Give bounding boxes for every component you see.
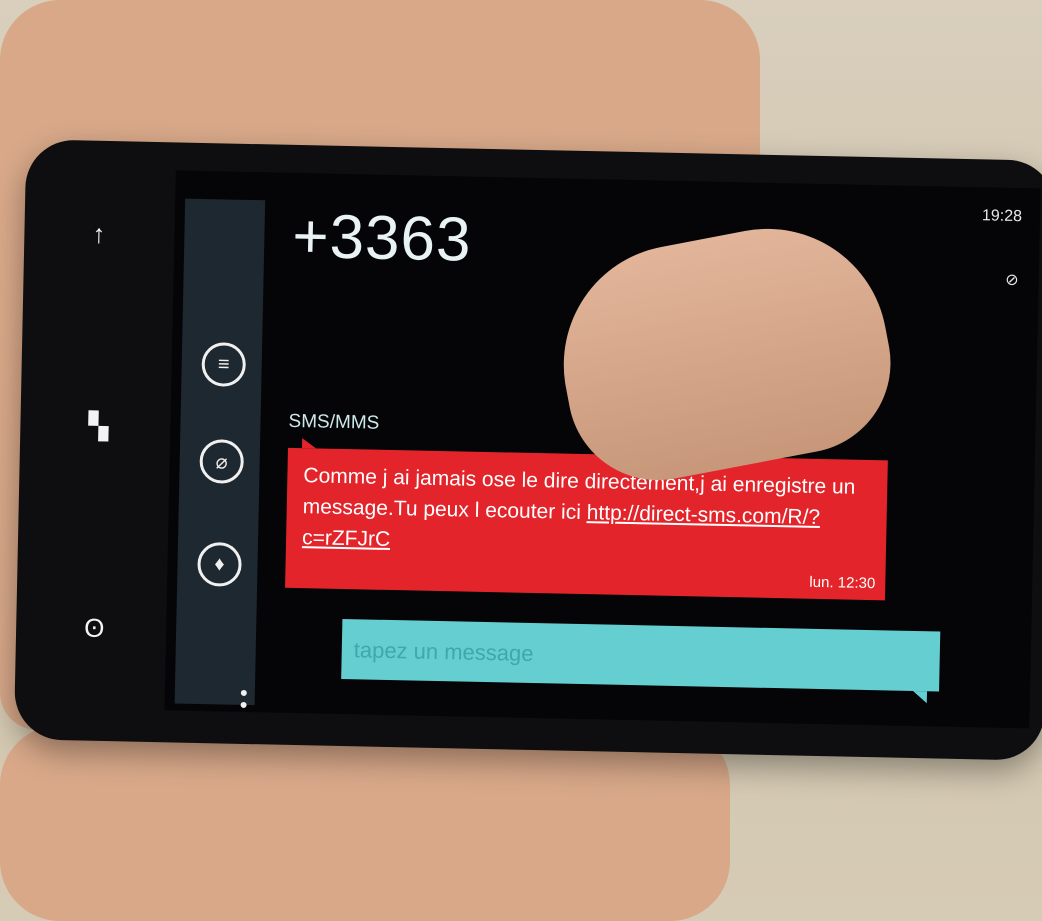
phone: ↑ ▚ ʘ ≡ ⌀ ♦ +3363 19:28 ⊘ SMS/MMS Comme …: [13, 139, 1042, 761]
status-clock: 19:28: [981, 207, 1023, 226]
conversation-icon[interactable]: ≡: [201, 342, 247, 387]
message-text: Comme j ai jamais ose le dire directemen…: [302, 460, 872, 565]
message-input[interactable]: tapez un message: [341, 619, 941, 692]
windows-logo-icon[interactable]: ▚: [88, 411, 109, 442]
thumb: [543, 208, 906, 496]
search-icon[interactable]: ʘ: [84, 613, 105, 644]
message-timestamp: lun. 12:30: [809, 573, 876, 593]
more-dots-icon[interactable]: [240, 689, 247, 721]
microphone-icon[interactable]: ♦: [197, 541, 242, 587]
contact-number: +3363: [291, 201, 473, 275]
app-bar: ≡ ⌀ ♦: [174, 198, 266, 721]
message-bubble: Comme j ai jamais ose le dire directemen…: [285, 447, 888, 601]
back-arrow-icon[interactable]: ↑: [92, 219, 106, 250]
phone-screen: ≡ ⌀ ♦ +3363 19:28 ⊘ SMS/MMS Comme j ai j…: [164, 170, 1041, 729]
signal-icon: ⊘: [1005, 271, 1019, 290]
message-type-label: SMS/MMS: [288, 410, 380, 434]
attach-icon[interactable]: ⌀: [199, 438, 245, 484]
hand-bottom: [0, 725, 730, 921]
